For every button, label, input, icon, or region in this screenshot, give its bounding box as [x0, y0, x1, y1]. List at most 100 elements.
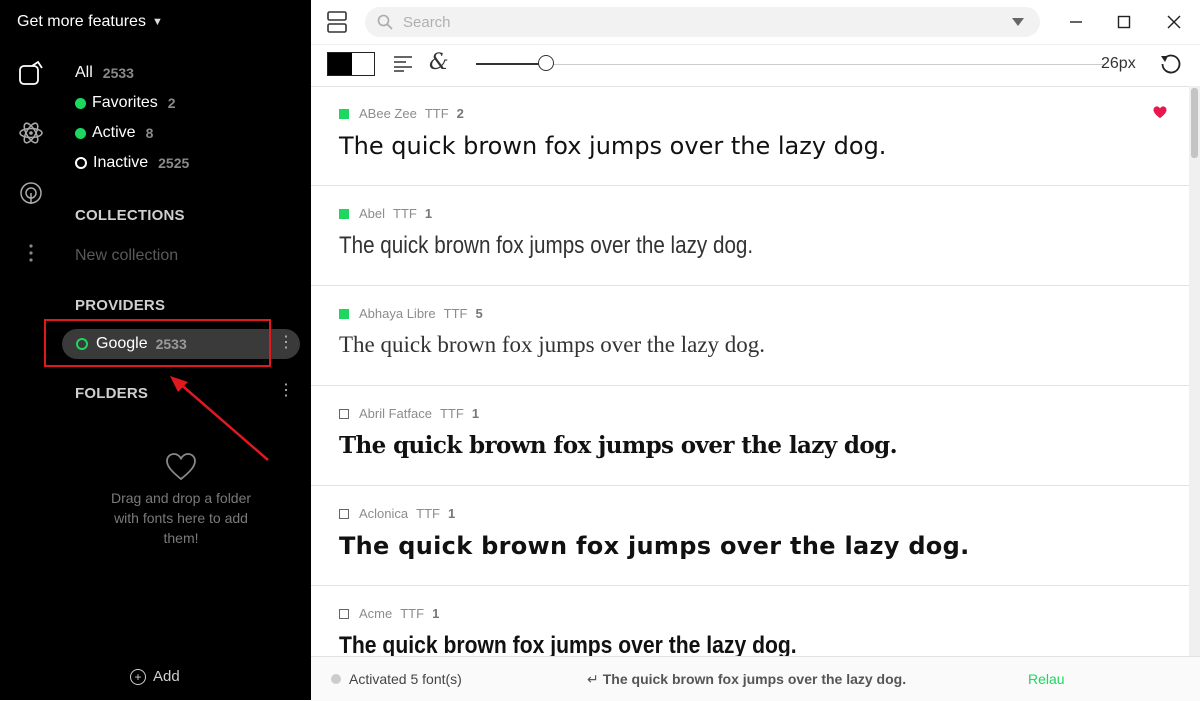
- nav-inactive-count: 2525: [158, 155, 190, 171]
- toolbar: & 26px: [311, 44, 1200, 87]
- activated-status: Activated 5 font(s): [349, 671, 462, 687]
- atom-icon[interactable]: [16, 118, 46, 148]
- slider-track-filled: [476, 63, 545, 65]
- font-sample-text: The quick brown fox jumps over the lazy …: [339, 432, 898, 459]
- chevron-down-icon: ▼: [151, 16, 163, 28]
- add-folder-button[interactable]: + Add: [130, 668, 180, 685]
- preview-text: The quick brown fox jumps over the lazy …: [602, 671, 907, 687]
- provider-more-icon[interactable]: ⋮: [278, 335, 294, 351]
- nav-active[interactable]: Active 8: [75, 124, 153, 142]
- more-vertical-icon[interactable]: [16, 238, 46, 268]
- nav-inactive-label: Inactive: [93, 154, 149, 171]
- folders-more-icon[interactable]: ⋮: [278, 383, 294, 399]
- font-format: TTF: [400, 606, 425, 621]
- preview-text-field[interactable]: ↵ The quick brown fox jumps over the lazy…: [587, 671, 906, 688]
- font-active-toggle[interactable]: [339, 608, 349, 619]
- scrollbar[interactable]: [1189, 86, 1200, 656]
- font-style-count: 2: [456, 106, 464, 121]
- font-format: TTF: [416, 506, 440, 521]
- folders-heading: FOLDERS: [75, 385, 149, 402]
- font-size-value: 26px: [1101, 55, 1136, 72]
- font-style-count: 1: [424, 206, 433, 221]
- minimize-button[interactable]: [1064, 10, 1088, 34]
- nav-favorites-label: Favorites: [92, 94, 158, 111]
- font-sample-text: The quick brown fox jumps over the lazy …: [339, 332, 766, 357]
- font-sample-text: The quick brown fox jumps over the lazy …: [339, 132, 887, 160]
- nav-all-label: All: [75, 64, 93, 81]
- annotation-highlight-box: [44, 319, 271, 367]
- fonts-library-icon[interactable]: [16, 58, 46, 88]
- reset-icon[interactable]: [1159, 52, 1183, 81]
- top-bar: [311, 0, 1200, 45]
- font-format: TTF: [424, 106, 449, 121]
- font-list: ABee Zee TTF 2 The quick brown fox jumps o…: [311, 86, 1189, 656]
- font-sample-text: The quick brown fox jumps over the lazy …: [339, 632, 797, 656]
- font-active-toggle[interactable]: [339, 208, 349, 219]
- font-active-toggle[interactable]: [339, 408, 349, 419]
- plus-circle-icon: +: [130, 668, 146, 685]
- font-name: ABee Zee: [359, 106, 417, 121]
- font-row[interactable]: Abel TTF 1 The quick brown fox jumps over …: [311, 186, 1189, 286]
- nav-active-count: 8: [145, 125, 154, 141]
- nav-active-label: Active: [92, 124, 136, 141]
- font-sample-text: The quick brown fox jumps over the lazy …: [339, 232, 754, 259]
- relaunch-button[interactable]: Relau: [1028, 671, 1065, 687]
- status-dot-icon: [331, 674, 341, 684]
- search-icon: [377, 14, 393, 30]
- nav-favorites-count: 2: [167, 95, 176, 111]
- search-input[interactable]: [401, 12, 1005, 32]
- font-name: Aclonica: [359, 506, 409, 521]
- layout-toggle-icon[interactable]: [327, 11, 347, 38]
- maximize-button[interactable]: [1112, 10, 1136, 34]
- annotation-arrow-icon: [170, 376, 269, 461]
- main-panel: & 26px ABee Zee TTF 2 The quick brown fox …: [311, 0, 1200, 701]
- font-style-count: 1: [447, 506, 456, 521]
- font-style-count: 1: [432, 606, 440, 621]
- inactive-ring-icon: [75, 157, 87, 169]
- get-more-features-label: Get more features: [17, 13, 146, 30]
- sidebar: Get more features ▼ All 2533 Favorites 2…: [0, 0, 311, 700]
- scrollbar-thumb[interactable]: [1191, 88, 1198, 158]
- close-button[interactable]: [1162, 10, 1186, 34]
- slider-thumb[interactable]: [538, 55, 554, 71]
- font-format: TTF: [443, 306, 468, 321]
- font-active-toggle[interactable]: [339, 508, 349, 519]
- favorites-dot-icon: [75, 97, 86, 109]
- font-style-count: 5: [475, 306, 483, 321]
- font-sample-text: The quick brown fox jumps over the lazy …: [339, 532, 970, 560]
- collections-heading: COLLECTIONS: [75, 207, 185, 224]
- font-row[interactable]: Abhaya Libre TTF 5 The quick brown fox jum…: [311, 286, 1189, 386]
- font-row[interactable]: Acme TTF 1 The quick brown fox jumps over …: [311, 586, 1189, 656]
- theme-toggle[interactable]: [327, 52, 375, 76]
- slider-track: [553, 63, 1106, 65]
- enter-key-icon: ↵: [587, 671, 599, 687]
- font-name: Abril Fatface: [359, 406, 432, 421]
- nav-all-count: 2533: [102, 65, 134, 81]
- nav-favorites[interactable]: Favorites 2: [75, 94, 176, 112]
- ampersand-icon[interactable]: &: [429, 50, 449, 75]
- font-format: TTF: [393, 206, 417, 221]
- font-row[interactable]: Abril Fatface TTF 1 The quick brown fox ju…: [311, 386, 1189, 486]
- font-name: Abel: [359, 206, 386, 221]
- folders-empty-hint: Drag and drop a folder with fonts here t…: [110, 490, 252, 546]
- favorite-heart-icon[interactable]: [1153, 106, 1167, 119]
- search-dropdown-icon[interactable]: [1012, 18, 1024, 26]
- nav-inactive[interactable]: Inactive 2525: [75, 154, 189, 172]
- font-row[interactable]: Aclonica TTF 1 The quick brown fox jumps o…: [311, 486, 1189, 586]
- new-collection-button[interactable]: New collection: [75, 247, 178, 265]
- providers-heading: PROVIDERS: [75, 297, 166, 314]
- get-more-features-menu[interactable]: Get more features ▼: [17, 13, 163, 31]
- font-size-slider[interactable]: [476, 55, 1106, 71]
- font-name: Abhaya Libre: [359, 306, 436, 321]
- font-name: Acme: [359, 606, 393, 621]
- nav-all[interactable]: All 2533: [75, 64, 134, 82]
- status-bar: Activated 5 font(s) ↵ The quick brown fox…: [311, 656, 1200, 701]
- text-align-icon[interactable]: [393, 54, 413, 77]
- active-dot-icon: [75, 127, 86, 139]
- search-bar[interactable]: [365, 7, 1040, 37]
- font-row[interactable]: ABee Zee TTF 2 The quick brown fox jumps o…: [311, 86, 1189, 186]
- heart-outline-icon: [166, 453, 196, 481]
- broadcast-icon[interactable]: [16, 178, 46, 208]
- font-active-toggle[interactable]: [339, 108, 349, 119]
- font-active-toggle[interactable]: [339, 308, 349, 319]
